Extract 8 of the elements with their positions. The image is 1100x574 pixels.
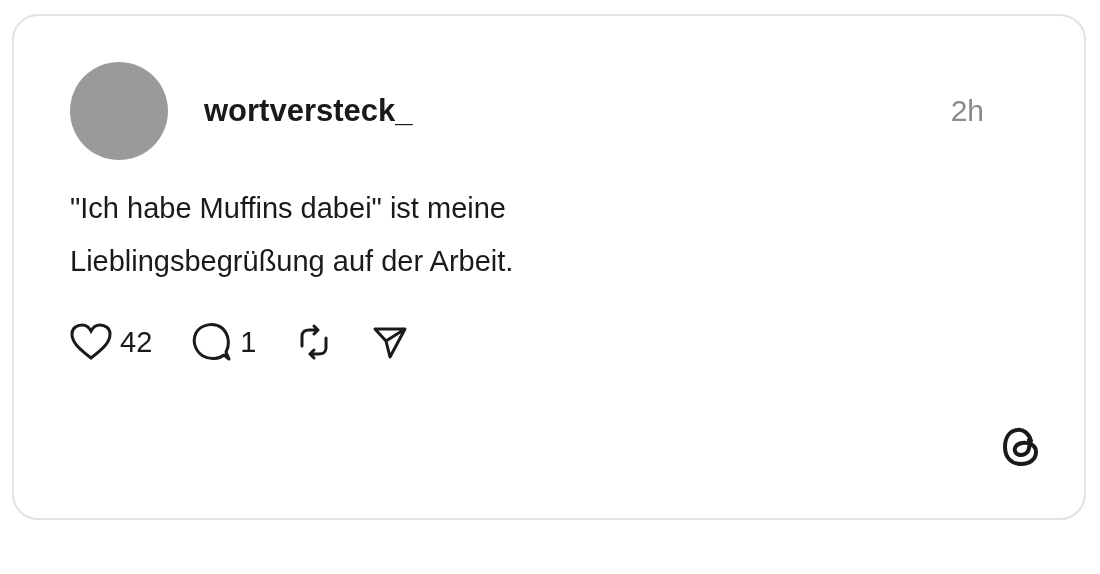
username[interactable]: wortversteck_ <box>204 93 915 129</box>
post-time: 2h <box>950 94 984 128</box>
threads-logo-icon <box>1002 426 1040 468</box>
reply-count: 1 <box>240 325 257 359</box>
heart-icon[interactable] <box>70 323 112 361</box>
like-count: 42 <box>120 325 153 359</box>
post-text: "Ich habe Muffins dabei" ist meine Lieblingsbegrüßung auf der Arbeit. <box>70 191 515 279</box>
comment-icon[interactable] <box>192 322 233 362</box>
